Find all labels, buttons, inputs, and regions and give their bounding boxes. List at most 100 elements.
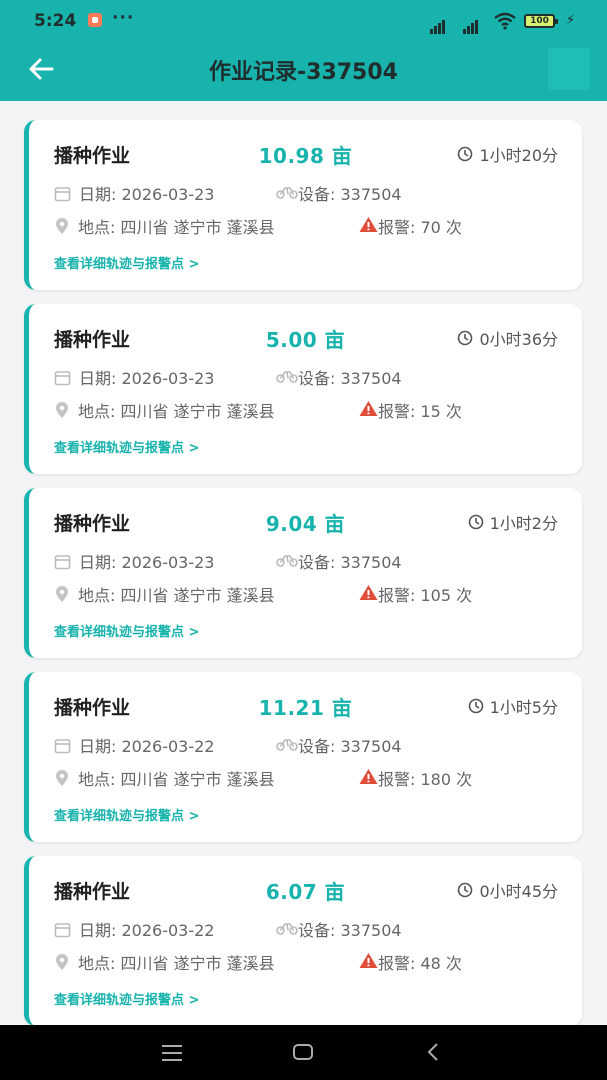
alarm-text: 报警: 70 次 bbox=[378, 218, 462, 237]
notification-icon bbox=[88, 13, 102, 27]
clock-icon bbox=[468, 698, 483, 714]
location-text: 地点: 四川省 遂宁市 蓬溪县 bbox=[78, 586, 275, 605]
clock-icon bbox=[458, 882, 473, 898]
device-text: 设备: 337504 bbox=[298, 737, 402, 756]
record-device: 设备: 337504 bbox=[276, 733, 402, 757]
view-track-link[interactable]: 查看详细轨迹与报警点 > bbox=[54, 621, 199, 640]
warning-triangle-icon bbox=[359, 584, 378, 605]
duration-text: 1小时5分 bbox=[489, 698, 558, 717]
record-date: 日期: 2026-03-22 bbox=[54, 733, 214, 757]
record-device: 设备: 337504 bbox=[276, 917, 402, 941]
app-header: 5:24 ··· 100 ⚡ 作业记录-337504 bbox=[0, 0, 607, 101]
record-alarms: 报警: 15 次 bbox=[359, 398, 462, 422]
signal-icon bbox=[430, 15, 479, 34]
device-text: 设备: 337504 bbox=[298, 185, 402, 204]
location-text: 地点: 四川省 遂宁市 蓬溪县 bbox=[78, 954, 275, 973]
record-location: 地点: 四川省 遂宁市 蓬溪县 bbox=[54, 582, 275, 606]
record-location: 地点: 四川省 遂宁市 蓬溪县 bbox=[54, 950, 275, 974]
wifi-icon bbox=[493, 12, 517, 34]
record-duration: 1小时20分 bbox=[457, 142, 558, 166]
calendar-icon bbox=[54, 553, 71, 570]
date-text: 日期: 2026-03-23 bbox=[79, 369, 215, 388]
warning-triangle-icon bbox=[359, 400, 378, 421]
date-text: 日期: 2026-03-23 bbox=[79, 553, 215, 572]
record-card[interactable]: 播种作业 10.98 亩 1小时20分 日期: 2026-03-23 设备: 3… bbox=[24, 120, 582, 290]
date-text: 日期: 2026-03-22 bbox=[79, 737, 215, 756]
location-text: 地点: 四川省 遂宁市 蓬溪县 bbox=[78, 402, 275, 421]
record-device: 设备: 337504 bbox=[276, 181, 402, 205]
alarm-text: 报警: 15 次 bbox=[378, 402, 462, 421]
device-text: 设备: 337504 bbox=[298, 369, 402, 388]
duration-text: 1小时20分 bbox=[479, 146, 558, 165]
warning-triangle-icon bbox=[359, 768, 378, 789]
location-text: 地点: 四川省 遂宁市 蓬溪县 bbox=[78, 770, 275, 789]
status-bar: 5:24 ··· 100 ⚡ bbox=[0, 0, 607, 44]
home-icon[interactable] bbox=[292, 1042, 314, 1066]
location-pin-icon bbox=[54, 953, 70, 971]
alarm-text: 报警: 48 次 bbox=[378, 954, 462, 973]
record-device: 设备: 337504 bbox=[276, 549, 402, 573]
record-date: 日期: 2026-03-23 bbox=[54, 549, 214, 573]
header-action-placeholder bbox=[548, 48, 590, 90]
view-track-link[interactable]: 查看详细轨迹与报警点 > bbox=[54, 805, 199, 824]
record-card[interactable]: 播种作业 5.00 亩 0小时36分 日期: 2026-03-23 设备: 33… bbox=[24, 304, 582, 474]
device-text: 设备: 337504 bbox=[298, 921, 402, 940]
page-title: 作业记录-337504 bbox=[209, 60, 398, 85]
record-location: 地点: 四川省 遂宁市 蓬溪县 bbox=[54, 214, 275, 238]
system-nav-bar bbox=[0, 1025, 607, 1080]
calendar-icon bbox=[54, 369, 71, 386]
alarm-text: 报警: 180 次 bbox=[378, 770, 473, 789]
duration-text: 1小时2分 bbox=[489, 514, 558, 533]
record-duration: 0小时36分 bbox=[457, 326, 558, 350]
record-date: 日期: 2026-03-23 bbox=[54, 365, 214, 389]
clock-icon bbox=[458, 330, 473, 346]
record-alarms: 报警: 70 次 bbox=[359, 214, 462, 238]
record-date: 日期: 2026-03-22 bbox=[54, 917, 214, 941]
motorbike-icon bbox=[276, 184, 298, 203]
record-card[interactable]: 播种作业 6.07 亩 0小时45分 日期: 2026-03-22 设备: 33… bbox=[24, 856, 582, 1026]
record-date: 日期: 2026-03-23 bbox=[54, 181, 214, 205]
record-location: 地点: 四川省 遂宁市 蓬溪县 bbox=[54, 398, 275, 422]
location-pin-icon bbox=[54, 769, 70, 787]
view-track-link[interactable]: 查看详细轨迹与报警点 > bbox=[54, 989, 199, 1008]
clock-icon bbox=[468, 514, 483, 530]
location-text: 地点: 四川省 遂宁市 蓬溪县 bbox=[78, 218, 275, 237]
motorbike-icon bbox=[276, 736, 298, 755]
nav-bar: 作业记录-337504 bbox=[0, 44, 607, 101]
calendar-icon bbox=[54, 921, 71, 938]
more-notifications-icon: ··· bbox=[112, 8, 135, 28]
record-list: 播种作业 10.98 亩 1小时20分 日期: 2026-03-23 设备: 3… bbox=[24, 120, 582, 1040]
motorbike-icon bbox=[276, 368, 298, 387]
record-card[interactable]: 播种作业 9.04 亩 1小时2分 日期: 2026-03-23 设备: 337… bbox=[24, 488, 582, 658]
date-text: 日期: 2026-03-22 bbox=[79, 921, 215, 940]
record-alarms: 报警: 105 次 bbox=[359, 582, 472, 606]
date-text: 日期: 2026-03-23 bbox=[79, 185, 215, 204]
alarm-text: 报警: 105 次 bbox=[378, 586, 473, 605]
record-location: 地点: 四川省 遂宁市 蓬溪县 bbox=[54, 766, 275, 790]
duration-text: 0小时36分 bbox=[479, 330, 558, 349]
location-pin-icon bbox=[54, 217, 70, 235]
device-text: 设备: 337504 bbox=[298, 553, 402, 572]
menu-icon[interactable] bbox=[161, 1044, 183, 1066]
clock-icon bbox=[458, 146, 473, 162]
location-pin-icon bbox=[54, 401, 70, 419]
motorbike-icon bbox=[276, 920, 298, 939]
view-track-link[interactable]: 查看详细轨迹与报警点 > bbox=[54, 253, 199, 272]
status-time: 5:24 bbox=[34, 11, 77, 31]
calendar-icon bbox=[54, 185, 71, 202]
record-card[interactable]: 播种作业 11.21 亩 1小时5分 日期: 2026-03-22 设备: 33… bbox=[24, 672, 582, 842]
location-pin-icon bbox=[54, 585, 70, 603]
back-nav-icon[interactable] bbox=[425, 1042, 441, 1066]
warning-triangle-icon bbox=[359, 216, 378, 237]
battery-icon: 100 bbox=[524, 14, 558, 28]
record-duration: 1小时2分 bbox=[468, 510, 558, 534]
record-alarms: 报警: 180 次 bbox=[359, 766, 472, 790]
record-duration: 1小时5分 bbox=[468, 694, 558, 718]
motorbike-icon bbox=[276, 552, 298, 571]
record-device: 设备: 337504 bbox=[276, 365, 402, 389]
view-track-link[interactable]: 查看详细轨迹与报警点 > bbox=[54, 437, 199, 456]
calendar-icon bbox=[54, 737, 71, 754]
record-alarms: 报警: 48 次 bbox=[359, 950, 462, 974]
record-duration: 0小时45分 bbox=[457, 878, 558, 902]
warning-triangle-icon bbox=[359, 952, 378, 973]
